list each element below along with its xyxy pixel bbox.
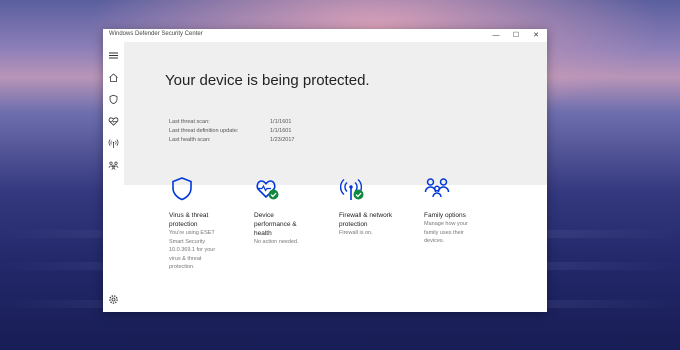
maximize-button[interactable]: ☐ — [506, 29, 526, 42]
wifi-check-icon — [339, 178, 364, 200]
status-panel: Your device is being protected. Last thr… — [124, 42, 547, 185]
close-button[interactable]: ✕ — [526, 29, 546, 42]
card-description: Firewall is on. — [339, 230, 373, 236]
sidebar — [103, 42, 124, 312]
shield-icon[interactable] — [108, 94, 119, 105]
card-title[interactable]: Virus & threat protection — [169, 211, 241, 229]
heart-check-icon — [256, 180, 279, 200]
last-definition-update-label: Last threat definition update: — [169, 128, 239, 134]
card-title[interactable]: Family options — [424, 211, 496, 220]
hamburger-icon[interactable] — [108, 50, 119, 61]
card-title[interactable]: Device performance & health — [254, 211, 326, 238]
card-description: Manage how your family uses their device… — [424, 221, 468, 244]
window-title: Windows Defender Security Center — [109, 31, 203, 37]
last-threat-scan-label: Last threat scan: — [169, 119, 210, 125]
last-health-scan-label: Last health scan: — [169, 137, 211, 143]
card-description: No action needed. — [254, 239, 299, 245]
gear-icon[interactable] — [108, 294, 119, 305]
last-threat-scan-value: 1/1/1601 — [270, 119, 292, 125]
page-title: Your device is being protected. — [165, 72, 370, 89]
family-icon[interactable] — [108, 160, 119, 171]
heart-icon[interactable] — [108, 116, 119, 127]
app-window: Windows Defender Security Center — ☐ ✕ Y… — [103, 29, 547, 312]
last-definition-update-value: 1/1/1601 — [270, 128, 292, 134]
card-title[interactable]: Firewall & network protection — [339, 211, 411, 229]
wifi-icon[interactable] — [108, 138, 119, 149]
family-icon — [424, 178, 450, 198]
minimize-button[interactable]: — — [486, 29, 506, 42]
home-icon[interactable] — [108, 72, 119, 83]
card-description: You're using ESET Smart Security 10.0.36… — [169, 230, 216, 270]
title-bar[interactable]: Windows Defender Security Center — ☐ ✕ — [103, 29, 547, 42]
shield-icon — [172, 177, 192, 201]
last-health-scan-value: 1/23/2017 — [270, 137, 295, 143]
